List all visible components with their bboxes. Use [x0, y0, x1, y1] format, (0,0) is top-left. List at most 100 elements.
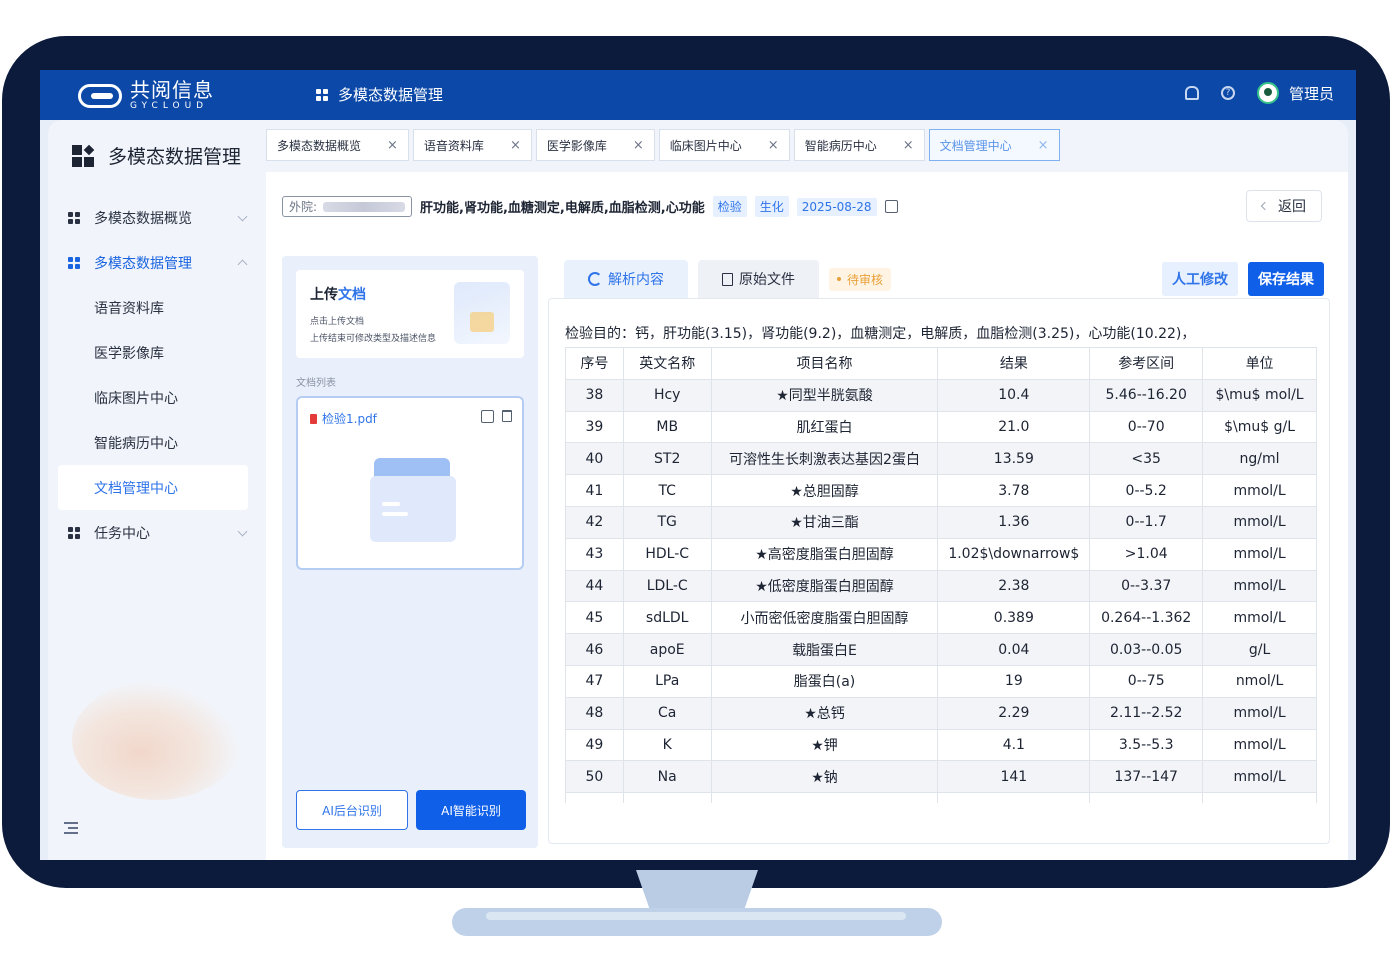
help-icon[interactable]: ?	[1220, 86, 1235, 100]
grid-icon	[68, 211, 80, 224]
chevron-down-icon	[237, 211, 248, 222]
tab-imaging-library[interactable]: 医学影像库 ×	[535, 129, 655, 161]
pdf-file-icon	[310, 413, 317, 424]
close-icon[interactable]: ×	[510, 138, 521, 153]
close-icon[interactable]: ×	[387, 138, 398, 153]
table-cell: 45	[565, 601, 624, 635]
sidebar-title: 多模态数据管理	[72, 142, 241, 169]
tab-document-center[interactable]: 文档管理中心 ×	[928, 129, 1060, 161]
table-cell: ★甘油三酯	[710, 505, 939, 539]
chevron-down-icon	[237, 526, 248, 537]
tab-smart-records[interactable]: 智能病历中心 ×	[793, 129, 925, 161]
upload-dropzone[interactable]: 上传文档 点击上传文档 上传结束可修改类型及描述信息	[296, 270, 524, 358]
tab-clinical-images[interactable]: 临床图片中心 ×	[658, 129, 790, 161]
module-title[interactable]: 多模态数据管理	[316, 84, 443, 105]
close-icon[interactable]: ×	[768, 138, 779, 153]
folder-icon	[370, 458, 456, 544]
apps-grid-icon	[316, 88, 328, 101]
tab-parsed-content[interactable]: 解析内容	[564, 260, 688, 298]
table-cell	[1202, 792, 1317, 803]
brand-logo[interactable]: 共阅信息 GYCLOUD	[78, 80, 214, 111]
table-cell: $\mu$ mol/L	[1202, 378, 1317, 412]
chevron-up-icon	[237, 259, 248, 270]
file-name[interactable]: 检验1.pdf	[310, 410, 377, 427]
result-table-scroll[interactable]: 序号 英文名称 项目名称 结果 参考区间 单位 38 Hcy ★同型半胱氨酸 10.4…	[565, 347, 1317, 803]
close-icon[interactable]: ×	[903, 138, 914, 153]
table-cell: ★高密度脂蛋白胆固醇	[710, 537, 939, 571]
table-cell: ★同型半胱氨酸	[710, 378, 939, 412]
manual-edit-button[interactable]: 人工修改	[1162, 262, 1238, 296]
chevron-left-icon	[1260, 201, 1270, 211]
grid-icon	[68, 526, 80, 539]
table-cell: ng/ml	[1202, 442, 1317, 476]
logo-mark-icon	[78, 83, 122, 108]
column-header: 英文名称	[622, 347, 712, 380]
table-cell: 5.46--16.20	[1089, 378, 1204, 412]
bell-icon[interactable]	[1184, 86, 1199, 100]
table-cell: mmol/L	[1202, 696, 1317, 730]
table-cell: 0.264--1.362	[1089, 601, 1204, 635]
sidebar-item-clinical-images[interactable]: 临床图片中心	[58, 375, 248, 420]
table-row: 50 Na ★钠 141 137--147 mmol/L	[565, 760, 1317, 794]
result-tabs: 解析内容 原始文件 待审核	[564, 260, 892, 298]
table-cell: 0.03--0.05	[1089, 633, 1204, 666]
logo-subname: GYCLOUD	[130, 101, 209, 111]
table-cell: 2.29	[937, 696, 1091, 730]
table-cell: 可溶性生长刺激表达基因2蛋白	[710, 442, 939, 476]
table-cell: 2.11--2.52	[1089, 696, 1204, 730]
table-cell: 0--75	[1089, 664, 1204, 698]
table-cell: mmol/L	[1202, 474, 1317, 507]
table-cell: Hcy	[622, 378, 712, 412]
ai-backend-recognize-button[interactable]: AI后台识别	[296, 790, 408, 830]
table-cell: 0.04	[937, 633, 1091, 666]
table-cell: 10.4	[937, 378, 1091, 412]
edit-icon[interactable]	[481, 410, 494, 423]
document-list-label: 文档列表	[296, 378, 336, 389]
save-result-button[interactable]: 保存结果	[1248, 262, 1324, 296]
table-row: 44 LDL-C ★低密度脂蛋白胆固醇 2.38 0--3.37 mmol/L	[565, 569, 1317, 603]
table-cell: LPa	[622, 664, 712, 698]
table-cell: 137--147	[1089, 760, 1204, 794]
ai-smart-recognize-button[interactable]: AI智能识别	[416, 790, 526, 830]
trash-icon[interactable]	[502, 410, 512, 422]
close-icon[interactable]: ×	[633, 138, 644, 153]
document-title: 肝功能,肾功能,血糖测定,电解质,血脂检测,心功能	[420, 201, 705, 216]
table-cell: 3.78	[937, 474, 1091, 507]
table-cell: 0--1.7	[1089, 505, 1204, 539]
table-cell: nmol/L	[1202, 664, 1317, 698]
column-header: 项目名称	[710, 347, 939, 380]
table-cell: 肌红蛋白	[710, 410, 939, 444]
test-purpose: 检验目的：钙，肝功能(3.15)，肾功能(9.2)，血糖测定，电解质，血脂检测(…	[565, 326, 1196, 342]
table-cell: mmol/L	[1202, 601, 1317, 635]
sidebar-item-document-center[interactable]: 文档管理中心	[58, 465, 248, 510]
monitor-frame: 共阅信息 GYCLOUD 多模态数据管理 ? 管理员 多模态数据管理 多模态数据…	[2, 36, 1390, 888]
table-cell: 43	[565, 537, 624, 571]
column-header: 序号	[565, 347, 624, 380]
table-cell: TG	[622, 505, 712, 539]
column-header: 结果	[937, 347, 1091, 380]
column-header: 单位	[1202, 347, 1317, 380]
table-cell: mmol/L	[1202, 537, 1317, 571]
sidebar-item-data-management[interactable]: 多模态数据管理	[58, 240, 248, 285]
sidebar-item-overview[interactable]: 多模态数据概览	[58, 195, 248, 240]
edit-icon[interactable]	[884, 200, 898, 213]
table-cell: 脂蛋白(a)	[710, 664, 939, 698]
sidebar-item-task-center[interactable]: 任务中心	[58, 510, 248, 555]
sidebar: 多模态数据管理 多模态数据概览 多模态数据管理 语音资料库 医学影像库 临床图片…	[48, 120, 258, 860]
content-card: 外院: 肝功能,肾功能,血糖测定,电解质,血脂检测,心功能 检验 生化 2025…	[266, 172, 1348, 860]
tab-voice-library[interactable]: 语音资料库 ×	[412, 129, 532, 161]
sidebar-item-imaging-library[interactable]: 医学影像库	[58, 330, 248, 375]
sidebar-item-smart-records[interactable]: 智能病历中心	[58, 420, 248, 465]
table-cell: TC	[622, 474, 712, 507]
back-button[interactable]: 返回	[1246, 190, 1322, 222]
collapse-sidebar-icon[interactable]	[64, 822, 78, 834]
tag-subcategory: 生化	[754, 196, 789, 217]
grid-icon	[68, 256, 80, 269]
sidebar-item-voice-library[interactable]: 语音资料库	[58, 285, 248, 330]
tab-original-file[interactable]: 原始文件	[698, 260, 819, 298]
close-icon[interactable]: ×	[1038, 138, 1049, 153]
table-row: 46 apoE 载脂蛋白E 0.04 0.03--0.05 g/L	[565, 633, 1317, 666]
user-menu[interactable]: 管理员	[1256, 82, 1334, 104]
file-card[interactable]: 检验1.pdf	[296, 396, 524, 570]
tab-overview[interactable]: 多模态数据概览 ×	[266, 129, 409, 161]
